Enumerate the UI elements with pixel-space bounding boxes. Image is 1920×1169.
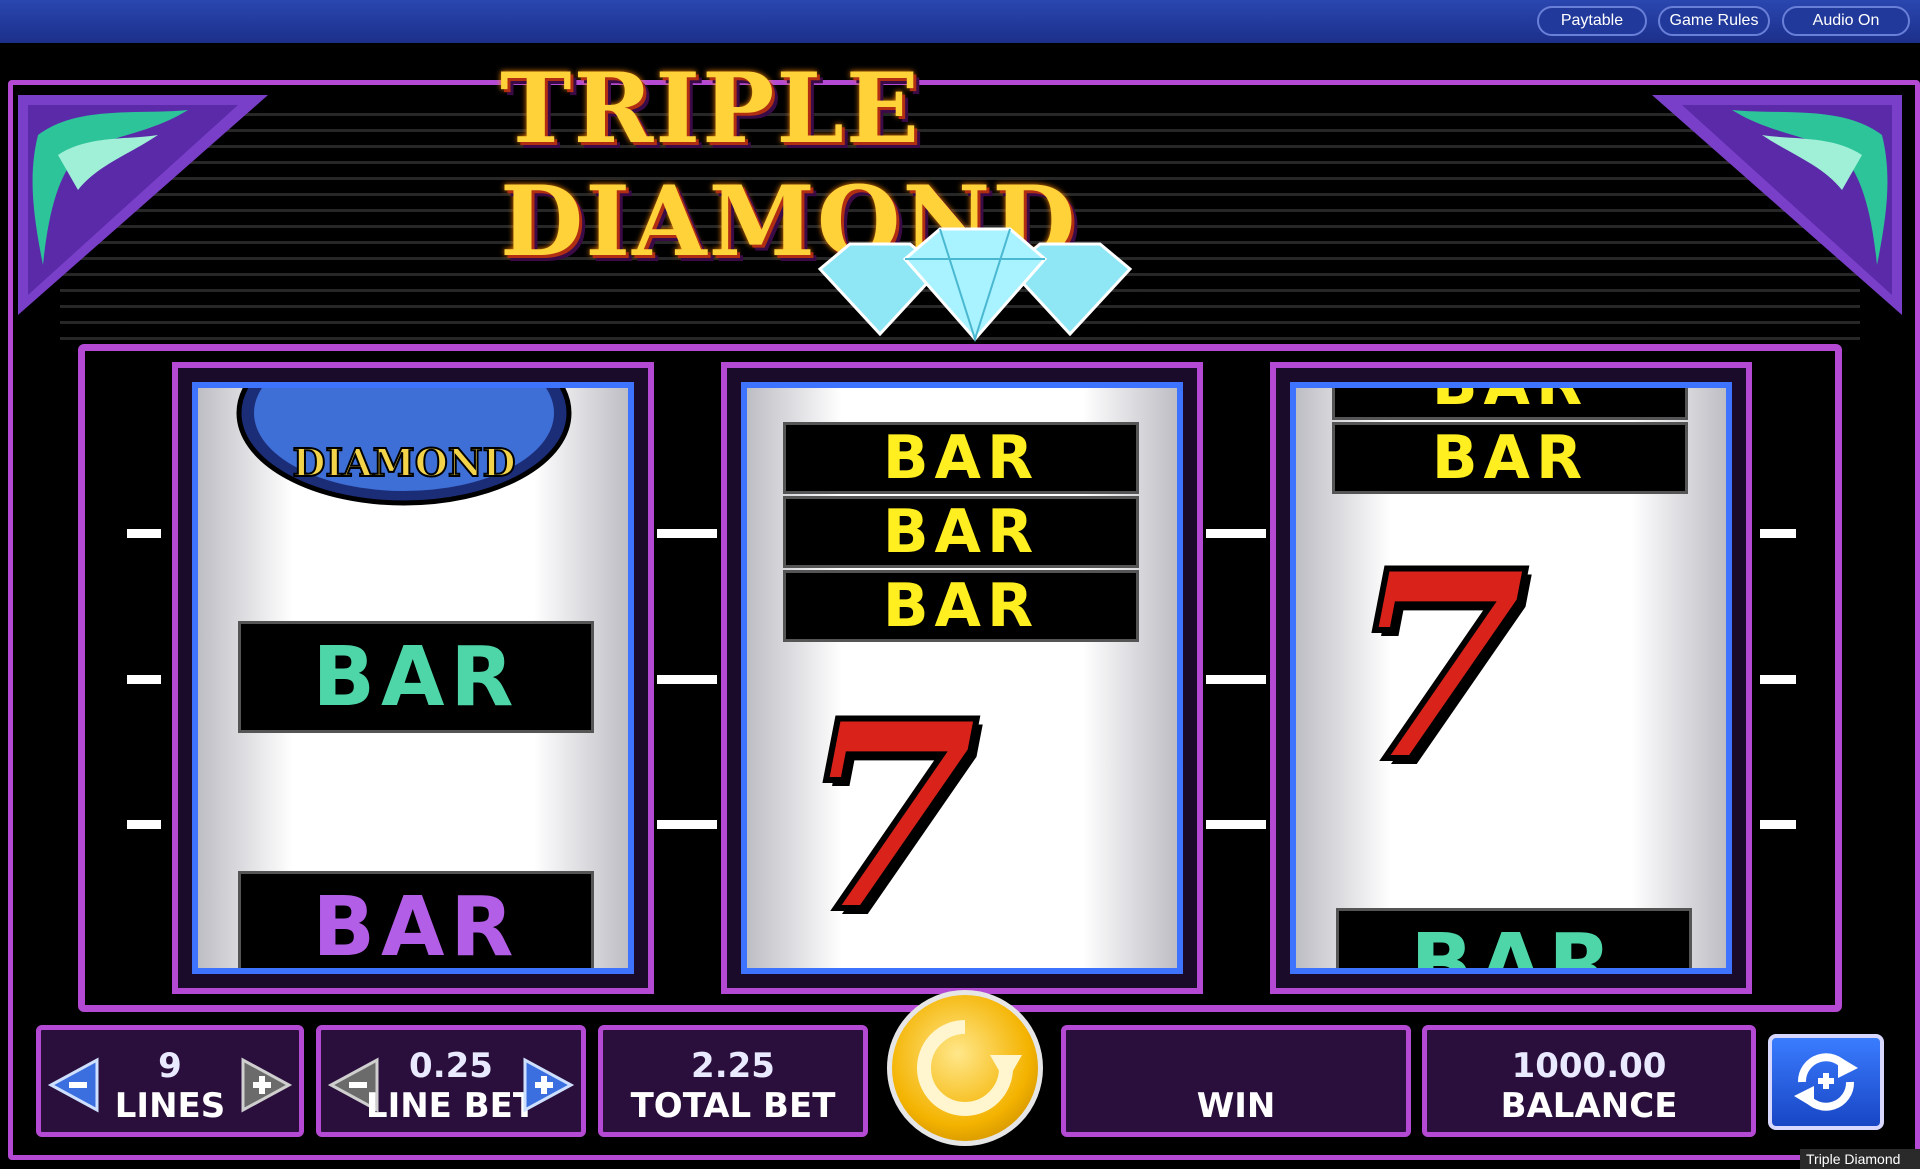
- bar-symbol: BAR: [783, 496, 1139, 568]
- reel-3-strip: BAR BAR 7 BAR: [1290, 382, 1732, 974]
- payline-marker: [1760, 675, 1796, 684]
- reel-2: BAR BAR BAR 7: [721, 362, 1203, 994]
- total-bet-value: 2.25: [691, 1046, 775, 1086]
- spin-button[interactable]: [887, 990, 1043, 1146]
- corner-ornament-right: [1652, 95, 1902, 315]
- payline-marker: [127, 820, 161, 829]
- paytable-button[interactable]: Paytable: [1537, 6, 1647, 36]
- payline-marker: [657, 675, 717, 684]
- payline-marker: [657, 820, 717, 829]
- bar-symbol: BAR: [783, 422, 1139, 494]
- win-label: WIN: [1196, 1086, 1276, 1126]
- payline-marker: [1206, 529, 1266, 538]
- bar-symbol: BAR: [1332, 388, 1688, 420]
- payline-marker: [127, 529, 161, 538]
- line-bet-increase-button[interactable]: [523, 1056, 575, 1114]
- lines-panel: 9 LINES: [36, 1025, 304, 1137]
- seven-symbol: 7: [1345, 515, 1532, 820]
- autoplay-icon: [1794, 1053, 1858, 1111]
- payline-marker: [1760, 529, 1796, 538]
- total-bet-label: TOTAL BET: [630, 1086, 836, 1126]
- total-bet-panel: 2.25 TOTAL BET: [598, 1025, 868, 1137]
- bar-symbol: BAR: [1336, 908, 1692, 968]
- bar-symbol: BAR: [238, 871, 594, 968]
- balance-panel: 1000.00 BALANCE: [1422, 1025, 1756, 1137]
- bar-symbol: BAR: [1332, 422, 1688, 494]
- payline-marker: [657, 529, 717, 538]
- win-panel: WIN: [1061, 1025, 1411, 1137]
- line-bet-panel: 0.25 LINE BET: [316, 1025, 586, 1137]
- tooltip: Triple Diamond: [1800, 1149, 1920, 1169]
- reel-3: BAR BAR 7 BAR: [1270, 362, 1752, 994]
- triple-diamond-icon: [817, 227, 1133, 342]
- seven-symbol: 7: [796, 665, 983, 970]
- payline-marker: [1760, 820, 1796, 829]
- balance-label: BALANCE: [1500, 1086, 1678, 1126]
- reel-1-strip: DIAMOND BAR BAR: [192, 382, 634, 974]
- spin-arrow-icon: [917, 1020, 1022, 1116]
- reel-1: DIAMOND BAR BAR: [172, 362, 654, 994]
- diamond-logo-text: DIAMOND: [292, 440, 515, 485]
- diamond-logo-symbol: DIAMOND: [236, 388, 572, 506]
- reel-2-strip: BAR BAR BAR 7: [741, 382, 1183, 974]
- top-menu-bar: Paytable Game Rules Audio On: [0, 0, 1920, 43]
- payline-marker: [127, 675, 161, 684]
- game-title-logo: TRIPLE DIAMOND: [500, 52, 1078, 278]
- autoplay-button[interactable]: [1768, 1034, 1884, 1130]
- audio-toggle-button[interactable]: Audio On: [1782, 6, 1910, 36]
- payline-marker: [1206, 820, 1266, 829]
- bar-symbol: BAR: [783, 570, 1139, 642]
- lines-increase-button[interactable]: [241, 1056, 293, 1114]
- balance-value: 1000.00: [1511, 1046, 1667, 1086]
- bar-symbol: BAR: [238, 621, 594, 733]
- corner-ornament-left: [18, 95, 268, 315]
- payline-marker: [1206, 675, 1266, 684]
- game-rules-button[interactable]: Game Rules: [1658, 6, 1770, 36]
